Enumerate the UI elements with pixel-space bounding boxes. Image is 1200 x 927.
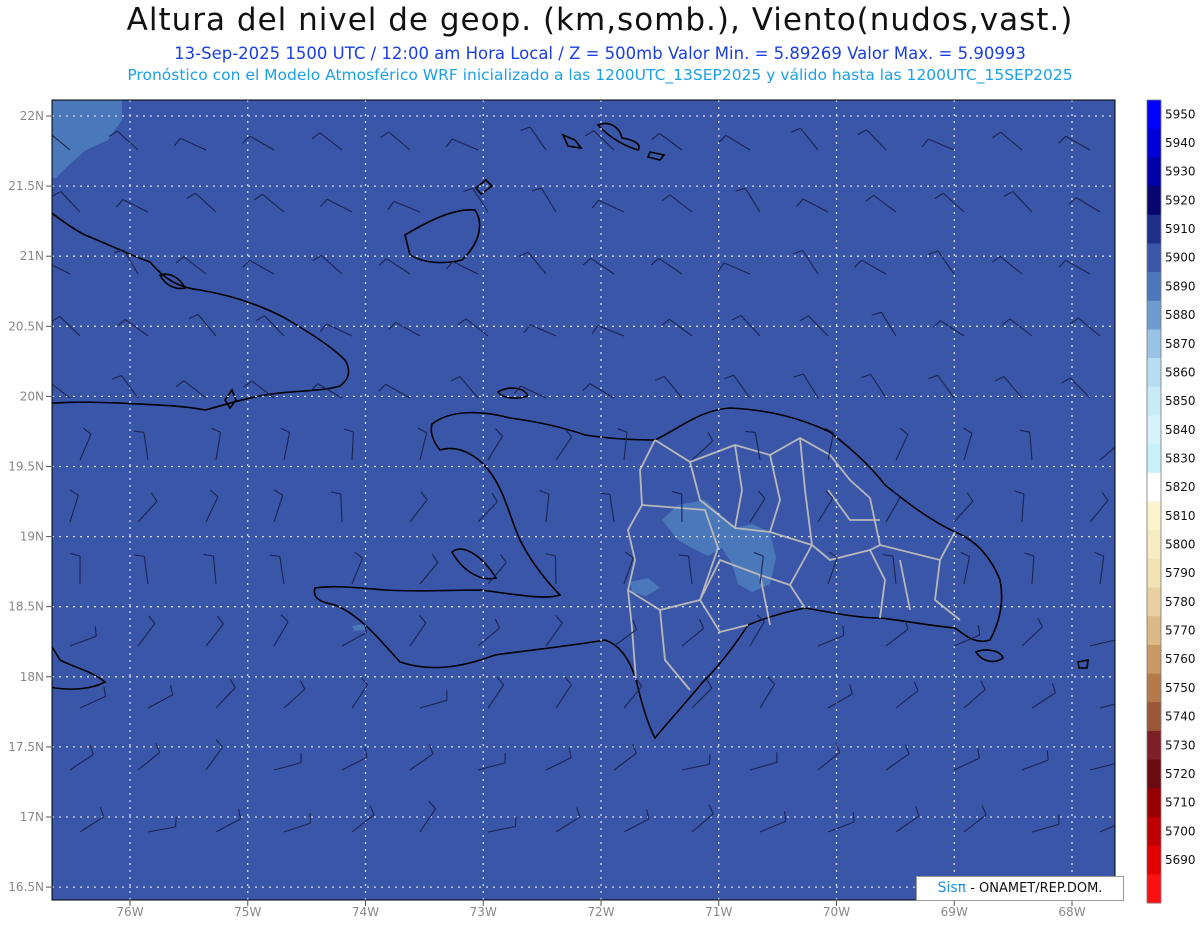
colorbar-swatch (1147, 587, 1161, 617)
lat-label: 20N (20, 389, 44, 403)
colorbar-level-label: 5740 (1165, 710, 1196, 724)
lat-label: 16.5N (8, 880, 44, 894)
wind-barb-flag (174, 816, 177, 827)
colorbar-level-label: 5830 (1165, 451, 1196, 465)
colorbar-swatch (1147, 616, 1161, 646)
colorbar-level-label: 5930 (1165, 165, 1196, 179)
longitude-labels: 76W 75W 74W 73W 72W 71W 70W 69W 68W (116, 900, 1086, 919)
colorbar-swatch (1147, 415, 1161, 445)
colorbar-swatch (1147, 186, 1161, 216)
wind-barb-flag (40, 132, 48, 138)
lat-label: 17.5N (8, 740, 44, 754)
lon-label: 75W (234, 905, 261, 919)
colorbar-swatch (1147, 128, 1161, 158)
colorbar-swatch (1147, 730, 1161, 761)
colorbar-level-label: 5840 (1165, 423, 1196, 437)
lon-label: 68W (1058, 905, 1085, 919)
colorbar-level-label: 5940 (1165, 136, 1196, 150)
lat-label: 19.5N (8, 460, 44, 474)
wind-barb-flag (514, 816, 517, 827)
colorbar-level-label: 5820 (1165, 480, 1196, 494)
colorbar-level-label: 5880 (1165, 308, 1196, 322)
colorbar-level-label: 5700 (1165, 824, 1196, 838)
wind-barb-flag (40, 381, 48, 387)
credit-badge: Sisπ - ONAMET/REP.DOM. (916, 876, 1124, 901)
colorbar-level-label: 5730 (1165, 738, 1196, 752)
wind-barb-flag (1117, 433, 1121, 442)
colorbar-swatch (1147, 644, 1161, 675)
colorbar-swatch (1147, 788, 1161, 818)
colorbar-level-label: 5850 (1165, 394, 1196, 408)
colorbar-swatch (1147, 386, 1161, 416)
lat-label: 21.5N (8, 179, 44, 193)
lon-label: 71W (705, 905, 732, 919)
colorbar-swatch (1147, 558, 1161, 589)
lat-label: 21N (20, 249, 44, 263)
lon-label: 74W (352, 905, 379, 919)
lat-label: 22N (20, 109, 44, 123)
wind-barb-flag (708, 754, 711, 765)
colorbar-swatch (1147, 759, 1161, 789)
wind-barb-flag (309, 813, 312, 824)
wind-barb-staff (554, 555, 557, 585)
colorbar-level-label: 5770 (1165, 624, 1196, 638)
lon-label: 69W (941, 905, 968, 919)
lon-label: 70W (823, 905, 850, 919)
lat-label: 18.5N (8, 600, 44, 614)
colorbar-swatch (1147, 214, 1161, 244)
colorbar-swatch (1147, 472, 1161, 502)
colorbar-level-label: 5790 (1165, 566, 1196, 580)
colorbar-level-label: 5800 (1165, 538, 1196, 552)
lon-label: 73W (470, 905, 497, 919)
map-background (52, 100, 1115, 900)
colorbar-swatch (1147, 329, 1161, 359)
colorbar-level-label: 5710 (1165, 796, 1196, 810)
lon-label: 72W (587, 905, 614, 919)
colorbar-swatch (1147, 702, 1161, 732)
colorbar-swatch (1147, 358, 1161, 388)
colorbar-level-label: 5910 (1165, 222, 1196, 236)
colorbar-swatch (1147, 673, 1161, 703)
colorbar-level-label: 5780 (1165, 595, 1196, 609)
colorbar-level-label: 5920 (1165, 193, 1196, 207)
colorbar-swatch (1147, 816, 1161, 847)
latitude-labels: 22N 21.5N 21N 20.5N 20N 19.5N 19N 18.5N 18N 17.5N… (8, 109, 52, 894)
colorbar-swatch (1147, 272, 1161, 302)
forecast-map[interactable]: 22N 21.5N 21N 20.5N 20N 19.5N 19N 18.5N 18N 17.5N… (0, 0, 1200, 927)
colorbar-swatch (1147, 157, 1161, 187)
colorbar-level-label: 5890 (1165, 279, 1196, 293)
colorbar-level-label: 5810 (1165, 509, 1196, 523)
colorbar-level-label: 5760 (1165, 652, 1196, 666)
lat-label: 19N (20, 530, 44, 544)
colorbar-swatch (1147, 444, 1161, 474)
sispi-logo: Sisπ (937, 880, 967, 896)
colorbar-level-label: 5720 (1165, 767, 1196, 781)
colorbar-labels: 5950 5940 5930 5920 5910 5900 5890 5880 5870 5860… (1165, 107, 1196, 867)
colorbar-swatch (1147, 243, 1161, 273)
colorbar-level-label: 5870 (1165, 337, 1196, 351)
colorbar-swatch (1147, 100, 1161, 130)
colorbar-level-label: 5690 (1165, 853, 1196, 867)
wind-barb-flag (1124, 811, 1126, 821)
lat-label: 20.5N (8, 319, 44, 333)
lat-label: 18N (20, 670, 44, 684)
colorbar-swatch (1147, 874, 1161, 904)
lon-label: 76W (116, 905, 143, 919)
colorbar (1146, 99, 1162, 904)
colorbar-swatch (1147, 530, 1161, 560)
colorbar-swatch (1147, 845, 1161, 875)
colorbar-swatch (1147, 501, 1161, 531)
colorbar-swatch (1147, 300, 1161, 330)
colorbar-level-label: 5860 (1165, 365, 1196, 379)
credit-text: - ONAMET/REP.DOM. (970, 881, 1103, 896)
colorbar-level-label: 5900 (1165, 251, 1196, 265)
lat-label: 17N (20, 810, 44, 824)
colorbar-level-label: 5750 (1165, 681, 1196, 695)
colorbar-level-label: 5950 (1165, 107, 1196, 121)
